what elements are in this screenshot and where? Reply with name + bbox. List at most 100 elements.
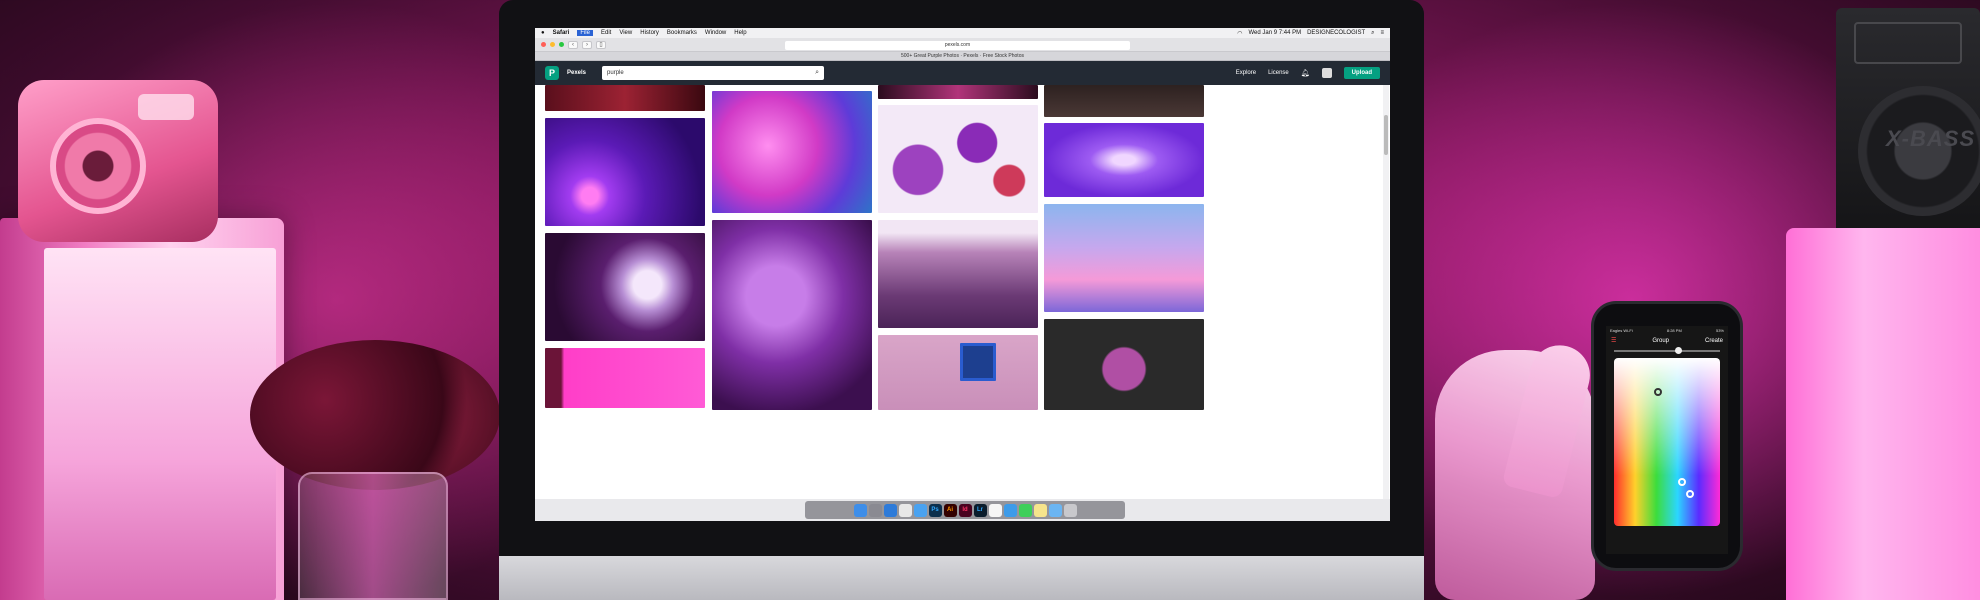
upload-button[interactable]: Upload [1343, 67, 1380, 79]
photo-grid [535, 85, 1390, 499]
rose-bouquet [250, 340, 500, 490]
search-icon[interactable]: ⌕ [815, 69, 819, 77]
menu-item-view[interactable]: View [619, 30, 632, 36]
apple-menu-icon[interactable]: ● [541, 30, 545, 36]
photo-thumbnail[interactable] [1044, 85, 1204, 117]
menubar-status: ◠ Wed Jan 9 7:44 PM DESIGNECOLOGIST ⌕ ≡ [1237, 30, 1384, 37]
nav-license[interactable]: License [1268, 70, 1289, 76]
picker-dot[interactable] [1678, 478, 1686, 486]
phone-time: 8:28 PM [1666, 328, 1682, 333]
search-input[interactable]: purple ⌕ [602, 66, 825, 80]
zoom-window-button[interactable] [559, 42, 564, 47]
phone-back-icon[interactable]: ☰ [1611, 337, 1616, 344]
address-bar[interactable]: pexels.com [785, 41, 1130, 50]
brightness-slider[interactable] [1614, 347, 1720, 354]
menu-item-help[interactable]: Help [734, 30, 746, 36]
imac-screen: ● Safari File Edit View History Bookmark… [535, 28, 1390, 521]
glass-jar [298, 472, 448, 600]
photo-thumbnail[interactable] [712, 220, 872, 410]
phone-create-button[interactable]: Create [1705, 338, 1723, 344]
photo-thumbnail[interactable] [545, 85, 705, 111]
illustrator-icon[interactable]: Ai [943, 503, 957, 517]
lightroom-icon[interactable]: Lr [973, 503, 987, 517]
photo-thumbnail[interactable] [878, 335, 1038, 410]
window-in-photo [960, 343, 996, 381]
photo-thumbnail[interactable] [1044, 319, 1204, 410]
speaker: X-BASS [1836, 8, 1980, 242]
speaker-brand: X-BASS [1886, 126, 1976, 151]
sidebar-button[interactable]: ▯ [596, 40, 606, 49]
slider-knob[interactable] [1675, 347, 1683, 354]
safari-icon[interactable] [883, 503, 897, 517]
indesign-icon[interactable]: Id [958, 503, 972, 517]
menu-item-window[interactable]: Window [705, 30, 726, 36]
messages-icon[interactable] [1018, 503, 1032, 517]
photoshop-icon[interactable]: Ps [928, 503, 942, 517]
photo-thumbnail[interactable] [1044, 123, 1204, 197]
photo-thumbnail[interactable] [878, 105, 1038, 213]
menu-item-edit[interactable]: Edit [601, 30, 611, 36]
menu-item-file[interactable]: File [577, 30, 593, 36]
site-name[interactable]: Pexels [567, 70, 586, 76]
finder-icon[interactable] [853, 503, 867, 517]
trash-icon[interactable] [1063, 503, 1077, 517]
chrome-icon[interactable] [898, 503, 912, 517]
phone-battery: 53% [1715, 328, 1724, 333]
photo-thumbnail[interactable] [712, 91, 872, 213]
color-picker[interactable] [1614, 358, 1720, 526]
photo-thumbnail[interactable] [545, 233, 705, 341]
phone-title: Group [1652, 337, 1670, 344]
browser-toolbar: ‹ › ▯ pexels.com [535, 38, 1390, 52]
close-window-button[interactable] [541, 42, 546, 47]
thumbs-up-figure [1435, 338, 1597, 600]
browser-tab[interactable]: 500+ Great Purple Photos · Pexels · Free… [535, 52, 1390, 61]
phone-carrier: Eagles Wi-Fi [1610, 328, 1633, 333]
finder2-icon[interactable] [1003, 503, 1017, 517]
phone-screen: Eagles Wi-Fi 8:28 PM 53% ☰ Group Create [1606, 326, 1728, 554]
macos-dock: Ps Ai Id Lr [805, 501, 1125, 519]
back-button[interactable]: ‹ [568, 40, 578, 49]
menu-item-history[interactable]: History [640, 30, 659, 36]
menu-icon[interactable]: ≡ [1380, 30, 1384, 37]
menubar-user[interactable]: DESIGNECOLOGIST [1307, 30, 1365, 37]
site-nav: Explore License 🔔︎ Upload [1236, 67, 1380, 79]
folder-icon[interactable] [1048, 503, 1062, 517]
camera-flash [138, 94, 194, 120]
photo-thumbnail[interactable] [878, 220, 1038, 328]
picker-dot[interactable] [1654, 388, 1662, 396]
phone-status-bar: Eagles Wi-Fi 8:28 PM 53% [1606, 326, 1728, 335]
nav-explore[interactable]: Explore [1236, 70, 1256, 76]
apple-logo-icon [944, 568, 974, 600]
menu-item-bookmarks[interactable]: Bookmarks [667, 30, 697, 36]
macos-menubar: ● Safari File Edit View History Bookmark… [535, 28, 1390, 38]
right-cabinet [1786, 228, 1980, 600]
bell-icon[interactable]: 🔔︎ [1301, 69, 1310, 77]
photo-thumbnail[interactable] [878, 85, 1038, 99]
forward-button[interactable]: › [582, 40, 592, 49]
launchpad-icon[interactable] [868, 503, 882, 517]
speaker-handle [1854, 22, 1962, 64]
photos-icon[interactable] [988, 503, 1002, 517]
site-header: P Pexels purple ⌕ Explore License 🔔︎ Upl… [535, 61, 1390, 85]
photo-thumbnail[interactable] [1044, 204, 1204, 312]
mail-icon[interactable] [913, 503, 927, 517]
left-cabinet [0, 218, 284, 600]
instant-camera [18, 80, 218, 242]
site-logo[interactable]: P [545, 66, 559, 80]
smartphone: Eagles Wi-Fi 8:28 PM 53% ☰ Group Create [1594, 304, 1740, 568]
photo-thumbnail[interactable] [545, 118, 705, 226]
picker-dot[interactable] [1686, 490, 1694, 498]
search-icon[interactable]: ⌕ [1371, 30, 1374, 37]
page-scrollbar[interactable] [1383, 85, 1389, 499]
minimize-window-button[interactable] [550, 42, 555, 47]
phone-title-bar: ☰ Group Create [1606, 335, 1728, 346]
menubar-clock[interactable]: Wed Jan 9 7:44 PM [1249, 30, 1302, 37]
photo-thumbnail[interactable] [545, 348, 705, 408]
avatar[interactable] [1321, 68, 1332, 78]
search-value: purple [607, 70, 624, 76]
notes-icon[interactable] [1033, 503, 1047, 517]
scrollbar-thumb[interactable] [1384, 115, 1388, 155]
camera-lens [50, 118, 146, 214]
wifi-icon[interactable]: ◠ [1237, 30, 1242, 37]
menu-app-name[interactable]: Safari [553, 30, 570, 36]
